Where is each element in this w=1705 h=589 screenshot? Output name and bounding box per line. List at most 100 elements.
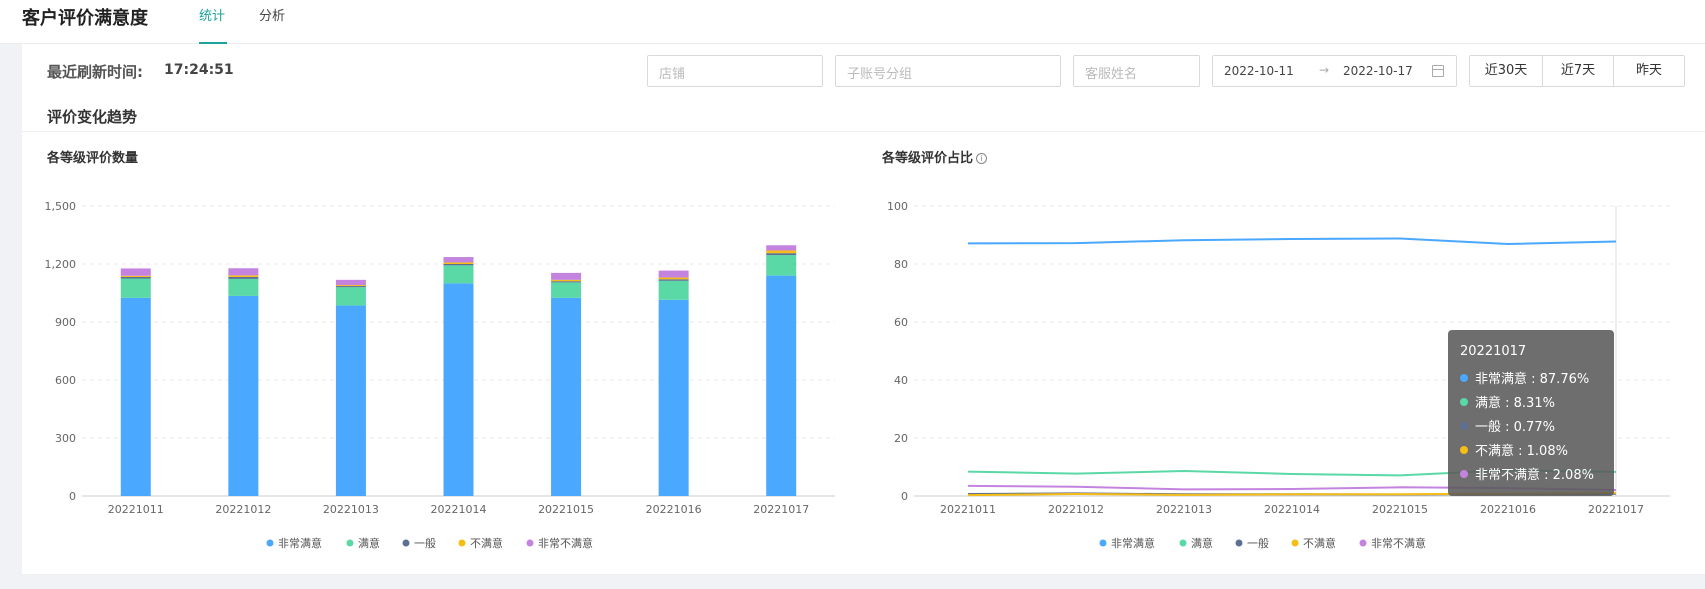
bar-segment: [443, 283, 474, 496]
bar-chart-y-tick-label: 300: [55, 432, 76, 445]
bar-chart-x-tick-label: 20221013: [323, 503, 379, 516]
bar-segment: [658, 279, 689, 281]
line-chart-y-tick-label: 0: [901, 490, 908, 503]
line-chart-x-tick-label: 20221013: [1156, 503, 1212, 516]
bar-segment: [228, 278, 259, 296]
legend-dot-icon: [1460, 398, 1468, 406]
tooltip-row-text: 一般 : 0.77%: [1475, 420, 1555, 435]
bar-segment: [551, 272, 582, 280]
bar-chart-legend-label: 非常满意: [278, 536, 322, 550]
bar-segment: [335, 279, 366, 286]
bar-segment: [120, 276, 151, 279]
bar-segment: [766, 245, 797, 251]
bar-segment: [443, 257, 474, 263]
bar-chart-y-tick-label: 1,200: [45, 258, 77, 271]
bar-chart-legend-label: 不满意: [470, 536, 503, 550]
tooltip-row: 非常不满意 : 2.08%: [1460, 464, 1602, 488]
bar-chart-legend-dot: [402, 539, 410, 547]
bar-chart-x-tick-label: 20221016: [646, 503, 702, 516]
line-chart-legend-dot: [1291, 539, 1299, 547]
tooltip-row-text: 非常不满意 : 2.08%: [1475, 468, 1594, 483]
tooltip-row: 不满意 : 1.08%: [1460, 440, 1602, 464]
bar-chart-legend-dot: [266, 539, 274, 547]
tooltip-row-text: 非常满意 : 87.76%: [1475, 372, 1590, 387]
bar-segment: [228, 275, 259, 277]
line-chart-x-tick-label: 20221011: [940, 503, 996, 516]
bar-chart-legend-label: 满意: [358, 536, 380, 550]
tooltip-row-text: 满意 : 8.31%: [1475, 396, 1555, 411]
line-chart-legend-label: 一般: [1247, 537, 1269, 550]
bar-segment: [551, 297, 582, 496]
line-chart-legend-label: 非常不满意: [1371, 536, 1426, 550]
line-chart-y-tick-label: 20: [894, 432, 908, 445]
line-chart-legend-label: 满意: [1191, 536, 1213, 550]
line-chart-legend-dot: [1179, 539, 1187, 547]
bar-segment: [443, 265, 474, 284]
charts-canvas: 03006009001,2001,50020221011 20221012 2022…: [45, 200, 1670, 550]
line-series: [967, 237, 1617, 245]
line-chart-legend-dot: [1359, 539, 1367, 547]
line-chart-legend-dot: [1099, 539, 1107, 547]
line-chart-x-tick-label: 20221012: [1048, 503, 1104, 516]
tooltip-row: 非常满意 : 87.76%: [1460, 368, 1602, 392]
bar-chart-legend-dot: [526, 539, 534, 547]
tooltip-row: 满意 : 8.31%: [1460, 392, 1602, 416]
bar-segment: [120, 268, 151, 276]
legend-dot-icon: [1460, 374, 1468, 382]
bar-segment: [443, 264, 474, 266]
legend-dot-icon: [1460, 446, 1468, 454]
tooltip-row-text: 不满意 : 1.08%: [1475, 444, 1568, 459]
bar-segment: [228, 295, 259, 496]
tooltip-title: 20221017: [1460, 344, 1527, 359]
tooltip-row: 一般 : 0.77%: [1460, 416, 1602, 440]
bar-segment: [551, 279, 582, 282]
bar-chart-y-tick-label: 0: [69, 490, 76, 503]
legend-dot-icon: [1460, 470, 1468, 478]
bar-segment: [335, 305, 366, 496]
bar-segment: [120, 275, 151, 277]
line-chart-x-tick-label: 20221017: [1588, 503, 1644, 516]
bar-chart-x-tick-label: 20221015: [538, 503, 594, 516]
bar-segment: [658, 277, 689, 280]
chart-tooltip: 20221017 非常满意 : 87.76% 满意 : 8.31% 一般 : 0…: [1448, 330, 1614, 496]
legend-dot-icon: [1460, 422, 1468, 430]
bar-chart-y-tick-label: 900: [55, 316, 76, 329]
bar-segment: [658, 299, 689, 496]
bar-chart-x-tick-label: 20221014: [431, 503, 487, 516]
line-chart-legend-label: 不满意: [1303, 536, 1336, 550]
bar-chart-legend-label: 一般: [414, 537, 436, 550]
bar-segment: [658, 270, 689, 278]
bar-segment: [335, 286, 366, 288]
bar-chart-x-tick-label: 20221017: [753, 503, 809, 516]
bar-segment: [120, 297, 151, 496]
bar-segment: [120, 278, 151, 298]
bar-chart-y-tick-label: 1,500: [45, 200, 77, 213]
line-chart-x-tick-label: 20221015: [1372, 503, 1428, 516]
bar-segment: [766, 275, 797, 496]
bar-segment: [766, 250, 797, 254]
bar-chart-x-tick-label: 20221011: [108, 503, 164, 516]
bar-segment: [228, 268, 259, 276]
bar-segment: [228, 276, 259, 279]
bar-segment: [335, 287, 366, 306]
bar-segment: [551, 281, 582, 283]
bar-segment: [658, 280, 689, 300]
bar-chart-legend-dot: [458, 539, 466, 547]
line-chart-x-tick-label: 20221014: [1264, 503, 1320, 516]
bar-segment: [551, 282, 582, 298]
line-chart-y-tick-label: 60: [894, 316, 908, 329]
bar-chart-y-tick-label: 600: [55, 374, 76, 387]
line-chart-y-tick-label: 100: [887, 200, 908, 213]
line-chart-legend-dot: [1235, 539, 1243, 547]
bar-chart-legend-label: 非常不满意: [538, 536, 593, 550]
line-chart-legend-label: 非常满意: [1111, 536, 1155, 550]
line-chart-x-tick-label: 20221016: [1480, 503, 1536, 516]
bar-chart-x-tick-label: 20221012: [215, 503, 271, 516]
bar-segment: [443, 262, 474, 264]
line-chart-y-tick-label: 40: [894, 374, 908, 387]
bar-segment: [766, 253, 797, 256]
bar-segment: [335, 285, 366, 287]
line-chart-y-tick-label: 80: [894, 258, 908, 271]
bar-segment: [766, 255, 797, 276]
bar-chart-legend-dot: [346, 539, 354, 547]
